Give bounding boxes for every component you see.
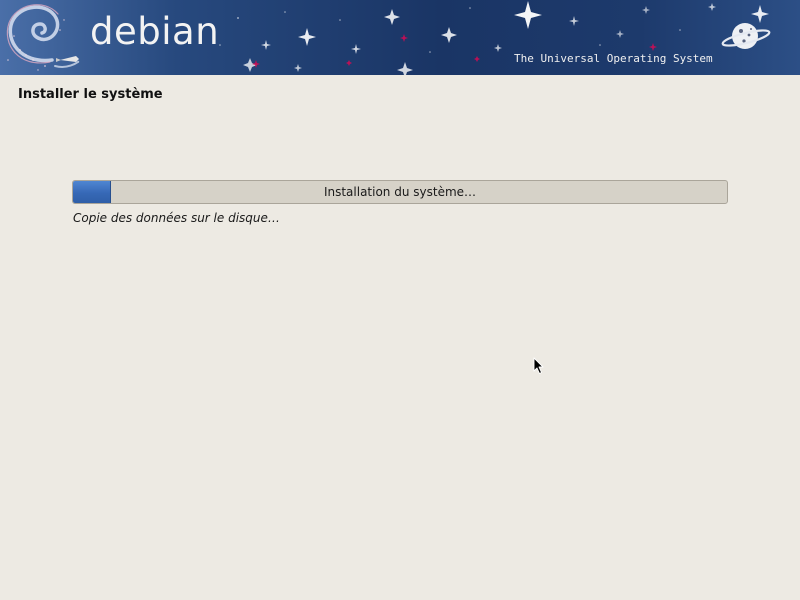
debian-swirl-icon: [6, 4, 80, 68]
progress-status-text: Copie des données sur le disque…: [73, 211, 280, 225]
installer-window: debian The Universal Operating System In…: [0, 0, 800, 600]
rocket-icon: [56, 56, 79, 62]
debian-logo-word: debian: [90, 10, 220, 53]
banner-tagline: The Universal Operating System: [514, 52, 713, 65]
progress-bar-label: Installation du système…: [323, 185, 477, 199]
debian-logo-text: debian: [90, 8, 219, 56]
install-progress-bar: Installation du système…: [72, 180, 728, 204]
debian-banner: debian The Universal Operating System: [0, 0, 800, 75]
mouse-pointer-icon: [533, 357, 544, 374]
page-title: Installer le système: [18, 87, 163, 102]
planet-icon: [721, 23, 771, 49]
